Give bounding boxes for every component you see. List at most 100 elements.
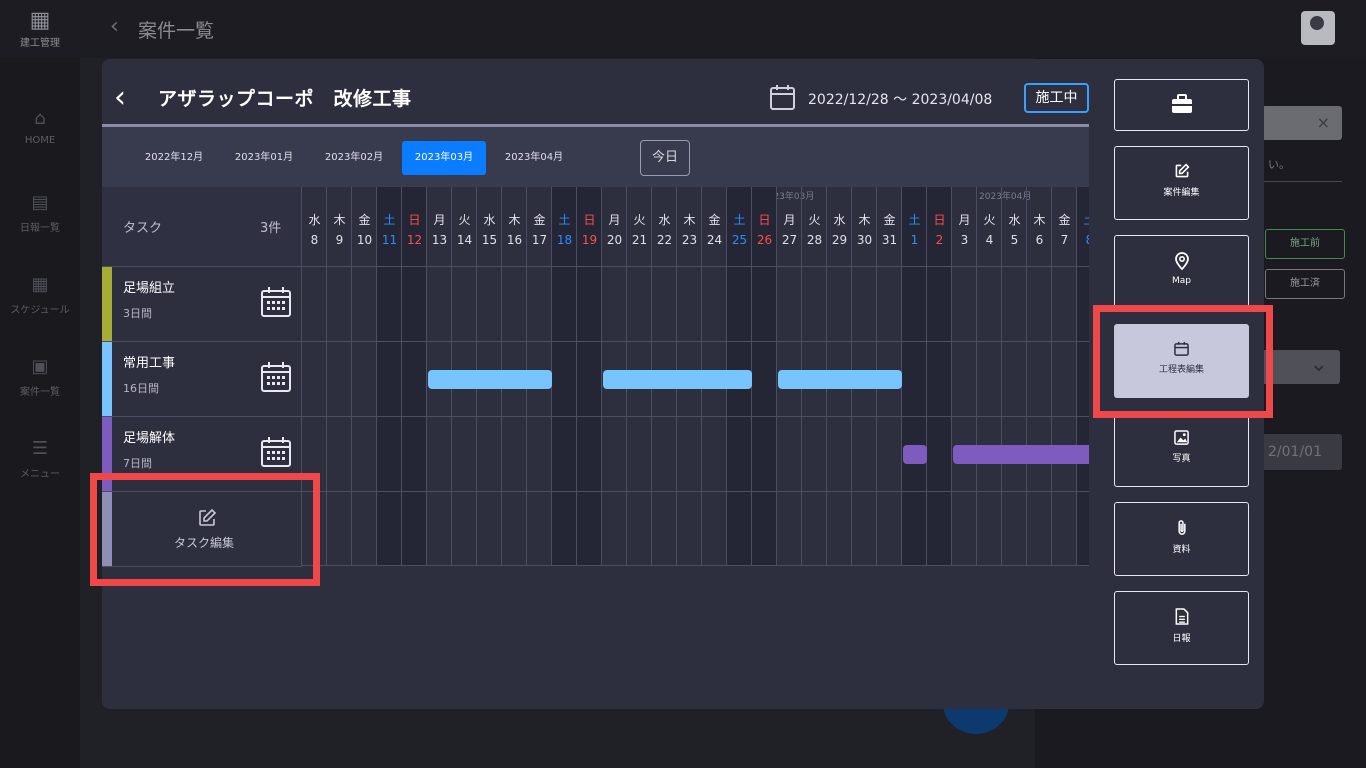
map-pin-icon bbox=[1174, 252, 1189, 270]
gantt-weekday: 火 bbox=[458, 213, 471, 227]
gantt-weekday: 火 bbox=[808, 213, 821, 227]
tab-2023-03[interactable]: 2023年03月 bbox=[402, 141, 486, 175]
gantt-weekday: 月 bbox=[433, 213, 446, 227]
sidebar-item-label: HOME bbox=[24, 135, 56, 146]
menu-icon: ☰ bbox=[31, 438, 49, 459]
sidebar-item-menu[interactable]: ☰ メニュー bbox=[0, 438, 80, 480]
avatar[interactable] bbox=[1301, 11, 1335, 45]
calendar-icon[interactable] bbox=[260, 436, 292, 468]
gantt-day-number: 13 bbox=[431, 233, 448, 247]
sidebar-item-projects[interactable]: ▣ 案件一覧 bbox=[0, 356, 80, 398]
gantt-day-column[interactable]: 日 19 bbox=[577, 187, 602, 566]
gantt-task-bar[interactable] bbox=[953, 445, 1089, 464]
briefcase-icon: ▣ bbox=[31, 356, 49, 377]
report-icon bbox=[1175, 608, 1188, 625]
gantt-task-bar[interactable] bbox=[778, 370, 902, 389]
sidebar-item-label: 案件一覧 bbox=[20, 387, 60, 398]
paperclip-icon bbox=[1177, 520, 1186, 535]
gantt-day-column[interactable]: 日 26 bbox=[752, 187, 777, 566]
gantt-weekday: 月 bbox=[958, 213, 971, 227]
gantt-day-column[interactable]: 金7 bbox=[1052, 187, 1077, 566]
gantt-day-column[interactable]: 土1 bbox=[902, 187, 927, 566]
gantt-day-number: 22 bbox=[656, 233, 673, 247]
task-duration: 16日間 bbox=[123, 382, 159, 395]
gantt-weekday: 火 bbox=[633, 213, 646, 227]
action-label: Map bbox=[1172, 276, 1191, 286]
gantt-day-column[interactable]: 土8 bbox=[1077, 187, 1089, 566]
task-duration: 7日間 bbox=[123, 457, 152, 470]
photo-icon bbox=[1174, 430, 1189, 445]
background-select[interactable] bbox=[1262, 350, 1340, 384]
tab-2022-12[interactable]: 2022年12月 bbox=[132, 141, 216, 175]
sidebar-item-daily-reports[interactable]: ▤ 日報一覧 bbox=[0, 192, 80, 234]
gantt-weekday: 木 bbox=[333, 213, 346, 227]
background-date-field[interactable]: 2/01/01 bbox=[1262, 434, 1342, 470]
action-label: 資料 bbox=[1172, 545, 1191, 555]
gantt-day-column[interactable]: 金 10 bbox=[352, 187, 377, 566]
app-logo[interactable]: ▦ 建工管理 bbox=[18, 8, 62, 49]
background-input[interactable] bbox=[1262, 106, 1342, 140]
gantt-day-column[interactable]: 日2 bbox=[927, 187, 952, 566]
status-chip-done[interactable]: 施工済 bbox=[1265, 269, 1345, 299]
project-info-button[interactable] bbox=[1114, 79, 1249, 131]
daily-report-button[interactable]: 日報 bbox=[1114, 591, 1249, 665]
gantt-weekday: 土 bbox=[908, 213, 921, 227]
gantt-task-bar[interactable] bbox=[428, 370, 552, 389]
tab-2023-04[interactable]: 2023年04月 bbox=[492, 141, 576, 175]
gantt-day-column[interactable]: 土 11 bbox=[377, 187, 402, 566]
calendar-icon[interactable] bbox=[260, 361, 292, 393]
gantt-day-number: 15 bbox=[481, 233, 498, 247]
tab-2023-01[interactable]: 2023年01月 bbox=[222, 141, 306, 175]
sidebar-item-home[interactable]: ⌂ HOME bbox=[0, 108, 80, 146]
task-count: 3件 bbox=[260, 221, 282, 236]
gantt-day-number: 27 bbox=[781, 233, 798, 247]
status-chip-before[interactable]: 施工前 bbox=[1265, 229, 1345, 259]
gantt-row-line bbox=[302, 565, 1089, 566]
gantt-day-number: 21 bbox=[631, 233, 648, 247]
gantt-day-column[interactable]: 土 18 bbox=[552, 187, 577, 566]
calendar-icon bbox=[770, 85, 795, 110]
gantt-weekday: 土 bbox=[558, 213, 571, 227]
gantt-day-column[interactable]: 木9 bbox=[327, 187, 352, 566]
gantt-day-column[interactable]: 日 12 bbox=[402, 187, 427, 566]
gantt-day-column[interactable]: 水5 bbox=[1002, 187, 1027, 566]
gantt-day-column[interactable]: 木6 bbox=[1027, 187, 1052, 566]
task-name: 常用工事 bbox=[123, 356, 176, 371]
map-button[interactable]: Map bbox=[1114, 235, 1249, 309]
edit-project-button[interactable]: 案件編集 bbox=[1114, 146, 1249, 220]
photos-button[interactable]: 写真 bbox=[1114, 413, 1249, 487]
sidebar-item-label: 日報一覧 bbox=[20, 223, 60, 234]
task-row[interactable]: 常用工事 16日間 bbox=[102, 342, 302, 417]
back-arrow-icon[interactable]: ‹ bbox=[110, 14, 119, 39]
tab-2023-02[interactable]: 2023年02月 bbox=[312, 141, 396, 175]
action-label: 案件編集 bbox=[1163, 188, 1200, 198]
gantt-day-column[interactable]: 火4 bbox=[977, 187, 1002, 566]
gantt-day-number: 12 bbox=[406, 233, 423, 247]
task-color-bar bbox=[102, 342, 112, 416]
gantt-weekday: 月 bbox=[783, 213, 796, 227]
documents-button[interactable]: 資料 bbox=[1114, 502, 1249, 576]
gantt-day-number: 8 bbox=[1077, 233, 1089, 247]
task-duration: 3日間 bbox=[123, 307, 152, 320]
modal-back-icon[interactable]: ‹ bbox=[114, 83, 126, 113]
gantt-task-bar[interactable] bbox=[903, 445, 927, 464]
status-badge[interactable]: 施工中 bbox=[1024, 83, 1089, 113]
sidebar: ⌂ HOME ▤ 日報一覧 ▦ スケジュール ▣ 案件一覧 ☰ メニュー bbox=[0, 58, 80, 768]
today-button[interactable]: 今日 bbox=[640, 140, 690, 176]
project-title: アザラップコーポ 改修工事 bbox=[158, 88, 412, 110]
gantt-day-number: 28 bbox=[806, 233, 823, 247]
gantt-day-number: 7 bbox=[1060, 233, 1069, 247]
edit-icon bbox=[1175, 163, 1190, 178]
action-label: 写真 bbox=[1172, 454, 1191, 464]
task-row[interactable]: 足場組立 3日間 bbox=[102, 267, 302, 342]
sidebar-item-schedule[interactable]: ▦ スケジュール bbox=[0, 274, 80, 316]
gantt-row-line bbox=[302, 341, 1089, 342]
calendar-icon[interactable] bbox=[260, 286, 292, 318]
gantt-weekday: 土 bbox=[383, 213, 396, 227]
gantt-day-number: 5 bbox=[1010, 233, 1019, 247]
gantt-weekday: 木 bbox=[683, 213, 696, 227]
project-date-range: 2022/12/28 〜 2023/04/08 bbox=[808, 92, 993, 108]
gantt-day-number: 11 bbox=[381, 233, 398, 247]
gantt-task-bar[interactable] bbox=[603, 370, 752, 389]
gantt-day-column[interactable]: 月3 bbox=[952, 187, 977, 566]
